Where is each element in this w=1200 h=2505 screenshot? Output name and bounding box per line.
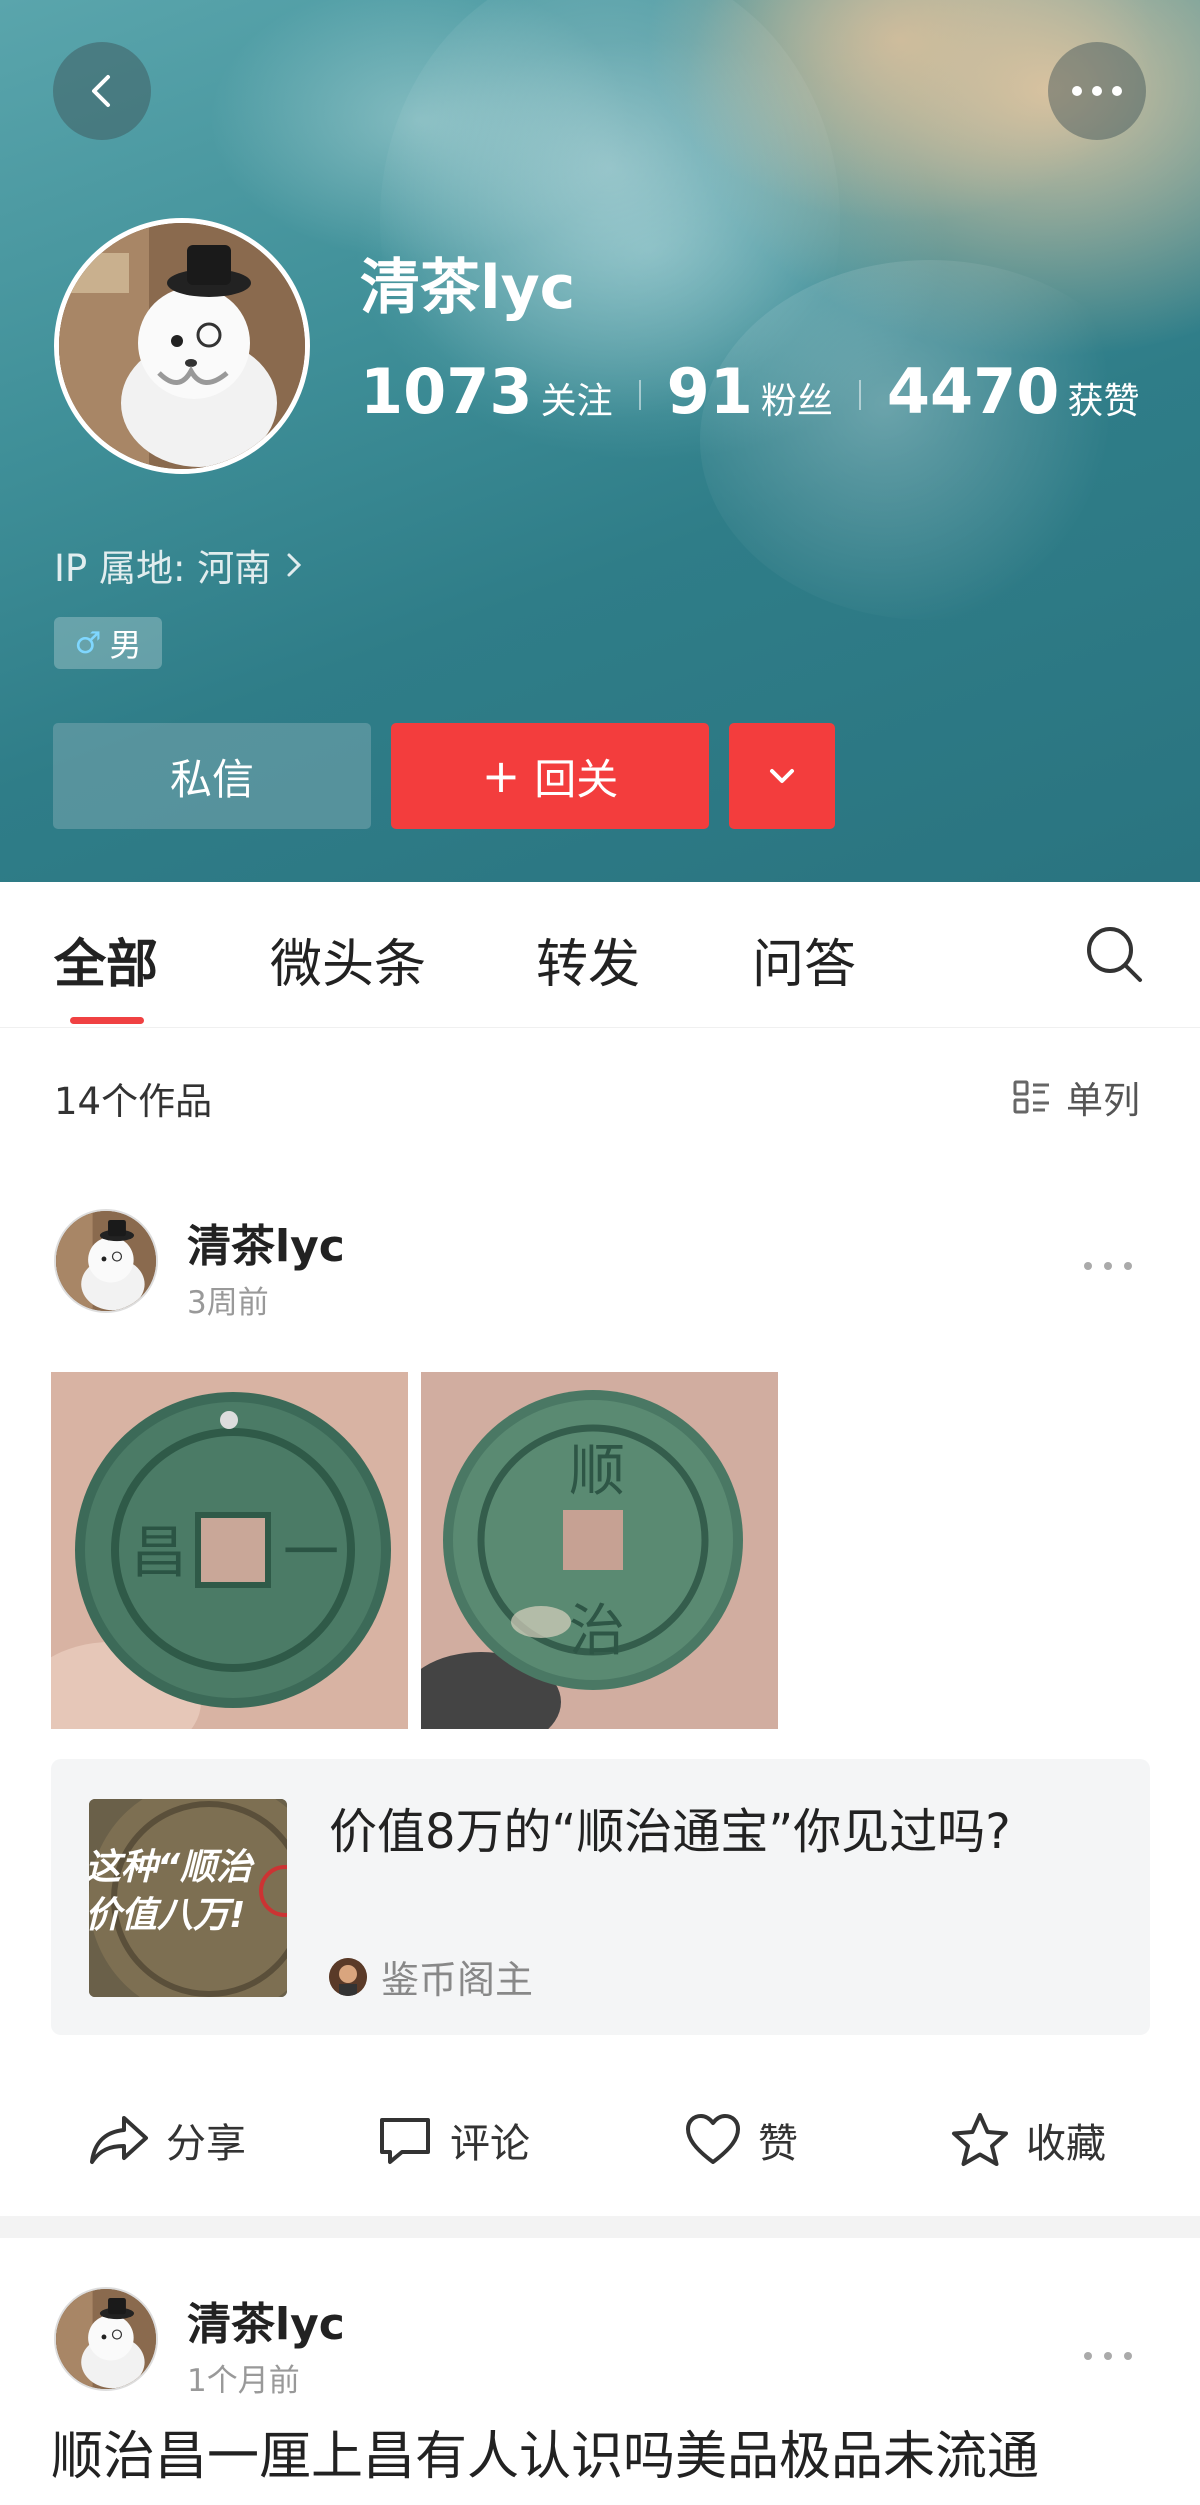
more-horizontal-icon <box>1084 1262 1132 1270</box>
thumbnail-caption-line1: 这种“顺治 <box>89 1847 255 1888</box>
chevron-right-icon <box>287 553 302 577</box>
tab-reposts[interactable]: 转发 <box>536 922 640 997</box>
thumbnail-caption-line2: 价值八万! <box>89 1895 245 1936</box>
chevron-down-icon <box>770 769 794 783</box>
gender-tag: ♂ 男 <box>54 617 162 669</box>
shared-article-author: 鉴币阁主 <box>329 1949 533 2004</box>
coin-photo: 昌 一 <box>51 1372 408 1729</box>
favorite-button[interactable]: 收藏 <box>950 2111 1106 2169</box>
recommend-dropdown-button[interactable] <box>729 723 835 829</box>
avatar-image <box>56 1211 156 1311</box>
svg-text:昌: 昌 <box>131 1521 187 1586</box>
coin-thumbnail-image: 这种“顺治 价值八万! <box>89 1799 287 1997</box>
tab-qa[interactable]: 问答 <box>752 922 856 997</box>
followers-label[interactable]: 粉丝 <box>761 372 833 424</box>
search-icon[interactable] <box>1082 922 1146 986</box>
gender-label: 男 <box>109 626 142 664</box>
follow-back-button[interactable]: + 回关 <box>391 723 709 829</box>
svg-text:顺: 顺 <box>569 1439 625 1504</box>
favorite-label: 收藏 <box>1026 2121 1106 2167</box>
profile-avatar[interactable] <box>54 218 310 474</box>
shared-author-name: 鉴币阁主 <box>381 1958 534 2002</box>
plus-icon: + <box>481 749 521 803</box>
post-author-name[interactable]: 清茶lyc <box>187 1210 345 1274</box>
like-button[interactable]: 赞 <box>684 2111 798 2169</box>
comment-bubble-icon <box>380 2118 430 2164</box>
post-image[interactable]: 顺 治 <box>421 1372 778 1729</box>
comment-label: 评论 <box>450 2121 530 2167</box>
shared-article-title: 价值8万的“顺治通宝”你见过吗? <box>329 1804 1011 1860</box>
active-tab-indicator <box>70 1017 144 1024</box>
post-author-avatar[interactable] <box>54 2287 158 2391</box>
more-options-button[interactable] <box>1048 42 1146 140</box>
svg-text:一: 一 <box>283 1521 339 1586</box>
cover-wave-foam <box>700 260 1160 620</box>
post-text[interactable]: 顺治昌一厘上昌有人认识吗美品极品未流通 <box>51 2414 1039 2489</box>
star-icon <box>952 2113 1008 2166</box>
more-horizontal-icon <box>1084 2352 1132 2360</box>
profile-stats: 1073 关注 91 粉丝 4470 获赞 <box>360 355 1139 435</box>
shared-article-card[interactable]: 这种“顺治 价值八万! 价值8万的“顺治通宝”你见过吗? 鉴币阁主 <box>51 1759 1150 2035</box>
post-action-bar: 分享 评论 赞 收藏 <box>0 2091 1200 2191</box>
post-divider <box>0 2216 1200 2238</box>
likes-count: 4470 <box>886 355 1060 428</box>
male-icon: ♂ <box>74 625 102 661</box>
share-arrow-icon <box>90 2116 148 2164</box>
heart-icon <box>686 2114 740 2164</box>
post-time: 1个月前 <box>187 2363 300 2399</box>
likes-label: 获赞 <box>1067 381 1140 422</box>
view-mode-label: 单列 <box>1066 1079 1140 1122</box>
avatar-image <box>59 223 305 469</box>
post-time: 3周前 <box>187 1285 269 1321</box>
share-label: 分享 <box>166 2121 246 2167</box>
svg-text:治: 治 <box>569 1599 625 1664</box>
followers-count[interactable]: 91 <box>667 355 753 428</box>
message-button[interactable]: 私信 <box>53 723 371 829</box>
profile-username: 清茶lyc <box>360 253 576 323</box>
content-tabs: 全部 微头条 转发 问答 <box>0 882 1200 1028</box>
works-count: 14个作品 <box>54 1080 213 1123</box>
shared-author-avatar <box>329 1957 367 1996</box>
following-label[interactable]: 关注 <box>541 372 613 424</box>
follow-back-label: 回关 <box>534 754 619 804</box>
following-count[interactable]: 1073 <box>360 355 533 428</box>
post-more-button[interactable] <box>1082 2330 1134 2371</box>
more-horizontal-icon <box>1072 86 1122 96</box>
stat-divider <box>638 380 641 410</box>
coin-photo: 顺 治 <box>421 1372 778 1729</box>
share-button[interactable]: 分享 <box>88 2111 246 2169</box>
avatar-image <box>56 2289 156 2389</box>
comment-button[interactable]: 评论 <box>376 2111 530 2169</box>
ip-location-text: IP 属地: 河南 <box>54 547 272 590</box>
post-author-name[interactable]: 清茶lyc <box>187 2288 345 2352</box>
post-author-avatar[interactable] <box>54 1209 158 1313</box>
view-mode-toggle[interactable]: 单列 <box>1012 1070 1140 1124</box>
post-more-button[interactable] <box>1082 1240 1134 1281</box>
chevron-left-icon <box>92 75 110 107</box>
list-view-icon <box>1013 1080 1049 1114</box>
tab-micro-posts[interactable]: 微头条 <box>270 922 426 997</box>
post-image[interactable]: 昌 一 <box>51 1372 408 1729</box>
like-label: 赞 <box>758 2121 798 2167</box>
tab-all[interactable]: 全部 <box>54 922 158 997</box>
shared-article-thumbnail: 这种“顺治 价值八万! <box>89 1799 287 1997</box>
back-button[interactable] <box>53 42 151 140</box>
ip-location[interactable]: IP 属地: 河南 <box>54 538 307 592</box>
stat-divider <box>858 380 861 410</box>
